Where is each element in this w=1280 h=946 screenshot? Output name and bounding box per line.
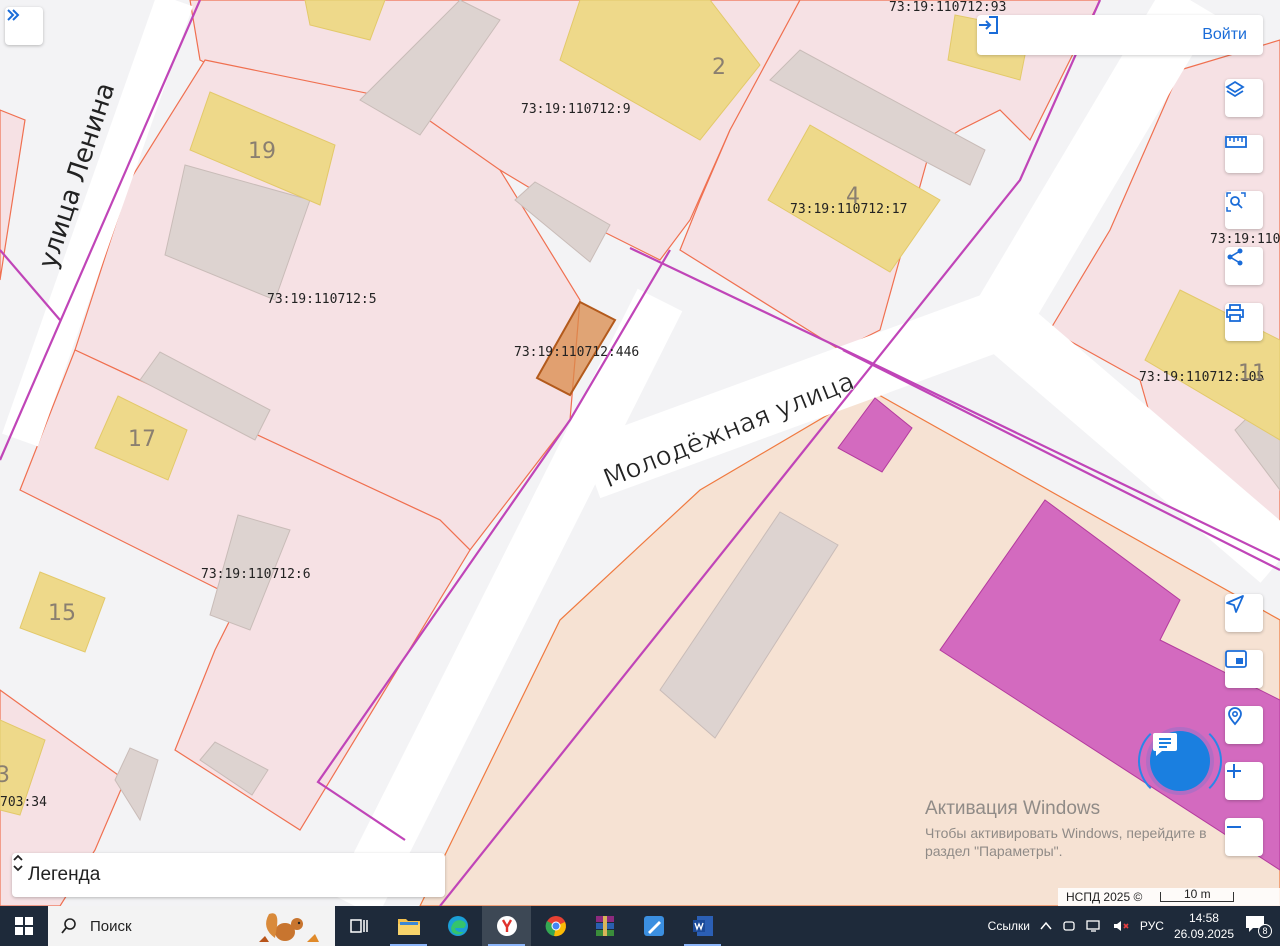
double-chevron-right-icon — [7, 9, 20, 21]
layers-icon — [1225, 80, 1245, 98]
geo-search-button[interactable] — [1225, 706, 1263, 744]
map-attribution: НСПД 2025 © 10 m — [1058, 887, 1280, 906]
squirrel-decoration-icon — [259, 913, 319, 942]
print-button[interactable] — [1225, 303, 1263, 341]
share-button[interactable] — [1225, 247, 1263, 285]
attribution-text: НСПД 2025 © — [1066, 890, 1143, 904]
edge-icon — [447, 916, 468, 936]
chat-bubble-icon — [1153, 733, 1177, 756]
login-icon — [979, 16, 998, 34]
house-number: 11 — [1238, 361, 1266, 386]
edge-button[interactable] — [433, 906, 482, 946]
area-search-button[interactable] — [1225, 191, 1263, 229]
parcel-label: 73:19:110712:5 — [267, 292, 377, 307]
yandex-browser-button[interactable] — [482, 906, 531, 946]
word-button[interactable] — [678, 906, 727, 946]
links-toolbar[interactable]: Ссылки — [988, 919, 1030, 933]
house-number: 17 — [128, 427, 156, 452]
language-indicator[interactable]: РУС — [1140, 919, 1164, 933]
chat-button[interactable] — [1150, 731, 1210, 791]
winrar-button[interactable] — [580, 906, 629, 946]
login-label: Войти — [1202, 26, 1247, 43]
area-search-icon — [1226, 192, 1246, 212]
expand-panel-button[interactable] — [5, 7, 43, 45]
minus-icon — [1227, 826, 1241, 828]
scale-label: 10 m — [1183, 887, 1211, 901]
picture-in-picture-icon — [1225, 650, 1247, 668]
winrar-icon — [595, 916, 614, 936]
legend-dropdown[interactable]: Легенда — [12, 853, 445, 897]
task-view-icon — [349, 919, 368, 933]
chevron-up-icon[interactable] — [1040, 921, 1052, 931]
notification-count-badge: 8 — [1258, 924, 1272, 938]
parcel-label: 73:19:110712:446 — [514, 345, 639, 360]
map-canvas[interactable]: улица Ленина Молодёжная улица 73:19:1107… — [0, 0, 1280, 906]
start-button[interactable] — [0, 906, 48, 946]
plus-icon — [1227, 764, 1241, 778]
search-placeholder: Поиск — [90, 917, 132, 935]
zoom-out-button[interactable] — [1225, 818, 1263, 856]
parcel-label: 73:19:110 — [1210, 232, 1280, 247]
folder-icon — [397, 919, 420, 935]
login-button[interactable]: Войти — [977, 15, 1263, 55]
file-explorer-button[interactable] — [384, 906, 433, 946]
expand-collapse-icon — [13, 854, 23, 872]
word-icon — [692, 916, 713, 936]
house-number: 15 — [48, 601, 76, 626]
house-number: 3 — [0, 763, 10, 788]
meet-now-icon[interactable] — [1062, 919, 1076, 933]
zoom-in-button[interactable] — [1225, 762, 1263, 800]
parcel-label: 703:34 — [0, 795, 47, 810]
minimap-button[interactable] — [1225, 650, 1263, 688]
ruler-icon — [1225, 136, 1247, 148]
clock[interactable]: 14:58 26.09.2025 — [1174, 910, 1234, 942]
share-icon — [1227, 248, 1243, 266]
clock-date: 26.09.2025 — [1173, 927, 1234, 941]
task-view-button[interactable] — [335, 906, 384, 946]
paint-icon — [643, 916, 664, 936]
ruler-button[interactable] — [1225, 135, 1263, 173]
house-number: 19 — [248, 139, 276, 164]
watermark-line2: раздел "Параметры". — [925, 843, 1063, 859]
chrome-icon — [545, 916, 566, 937]
parcel-label: 73:19:110712:93 — [889, 0, 1006, 15]
network-icon[interactable] — [1086, 919, 1102, 933]
search-icon — [61, 918, 76, 934]
map-pin-search-icon — [1228, 707, 1242, 726]
parcel-label: 73:19:110712:6 — [201, 567, 311, 582]
watermark-line1: Чтобы активировать Windows, перейдите в — [925, 825, 1207, 841]
windows-taskbar: Поиск Ссылки РУС 14:58 26.09.2025 8 — [0, 906, 1280, 946]
layers-button[interactable] — [1225, 79, 1263, 117]
house-number: 4 — [846, 184, 860, 209]
clock-time: 14:58 — [1188, 911, 1219, 925]
legend-label: Легенда — [28, 864, 101, 885]
windows-activation-watermark: Активация Windows Чтобы активировать Win… — [925, 798, 1225, 860]
printer-icon — [1226, 304, 1244, 322]
volume-muted-icon[interactable] — [1112, 919, 1130, 933]
parcel-label: 73:19:110712:9 — [521, 102, 631, 117]
navigation-arrow-icon — [1226, 595, 1244, 613]
locate-button[interactable] — [1225, 594, 1263, 632]
windows-logo-icon — [15, 917, 33, 935]
yandex-browser-icon — [496, 916, 517, 936]
cadastral-map[interactable]: улица Ленина Молодёжная улица 73:19:1107… — [0, 0, 1280, 906]
taskbar-search[interactable]: Поиск — [48, 906, 335, 946]
paint-button[interactable] — [629, 906, 678, 946]
scale-bar: 10 m — [1160, 887, 1235, 902]
chrome-button[interactable] — [531, 906, 580, 946]
notifications-button[interactable]: 8 — [1244, 914, 1272, 938]
house-number: 2 — [712, 55, 726, 80]
watermark-title: Активация Windows — [925, 798, 1101, 819]
system-tray: Ссылки РУС 14:58 26.09.2025 8 — [988, 910, 1280, 942]
